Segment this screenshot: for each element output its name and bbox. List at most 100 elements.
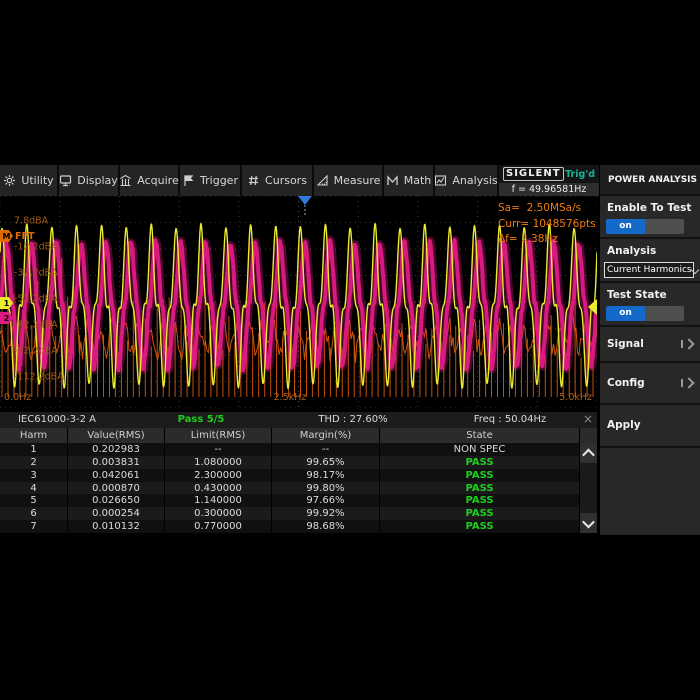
test-state-toggle[interactable]: on (606, 306, 684, 321)
col-header-state: State (380, 428, 580, 443)
menu-analysis[interactable]: Analysis (435, 165, 497, 196)
apply-button[interactable]: Apply (600, 405, 700, 448)
panel-empty-area (600, 448, 700, 535)
table-scrollbar[interactable] (580, 443, 597, 533)
db-scale-label: -12.2dBA (14, 242, 58, 253)
db-scale-label: -72.2dBA (14, 320, 58, 331)
toggle-off-state (645, 219, 684, 234)
col-header-spacer (580, 428, 597, 443)
top-menu-bar: Utility Display Acquire Trigger Cursors … (0, 165, 597, 196)
table-header: Harm Value(RMS) Limit(RMS) Margin(%) Sta… (0, 428, 597, 443)
table-row[interactable]: 7 0.010132 0.770000 98.68% PASS (0, 520, 597, 533)
menu-utility[interactable]: Utility (0, 165, 57, 196)
table-body: 1 0.202983 -- -- NON SPEC 2 0.003831 1.0… (0, 443, 597, 533)
enable-to-test-label: Enable To Test (607, 202, 691, 214)
db-scale-label: -32.2dBA (14, 268, 58, 279)
enable-to-test-toggle[interactable]: on (606, 219, 684, 234)
apply-label: Apply (607, 419, 641, 431)
menu-measure[interactable]: Measure (314, 165, 382, 196)
analysis-icon (434, 174, 447, 187)
table-row[interactable]: 2 0.003831 1.080000 99.65% PASS (0, 456, 597, 469)
waveform-display: Sa= 2.50MSa/s Curr= 1048576pts Δf= 2.38H… (0, 196, 597, 408)
test-state-label: Test State (607, 289, 667, 301)
cell-limit: 1.140000 (165, 494, 272, 507)
fft-marker-label: FFT (15, 231, 34, 242)
cell-limit: 2.300000 (165, 469, 272, 482)
cell-limit: 0.300000 (165, 507, 272, 520)
analysis-dropdown[interactable]: Current Harmonics (604, 262, 694, 278)
analysis-label: Analysis (607, 245, 656, 257)
db-scale-label: 7.8dBA (14, 216, 48, 227)
cell-state: PASS (380, 469, 580, 482)
freq-readout-table: Freq : 50.04Hz (474, 412, 547, 428)
harmonics-test-table: IEC61000-3-2 A Pass 5/5 THD : 27.60% Fre… (0, 412, 597, 533)
menu-label: Analysis (452, 174, 497, 187)
config-menu-item[interactable]: Config (600, 363, 700, 405)
cell-value: 0.026650 (68, 494, 165, 507)
trigger-flag-icon (182, 174, 195, 187)
power-analysis-panel: POWER ANALYSIS Enable To Test on Analysi… (600, 165, 700, 535)
table-row[interactable]: 5 0.026650 1.140000 97.66% PASS (0, 494, 597, 507)
table-row[interactable]: 6 0.000254 0.300000 99.92% PASS (0, 507, 597, 520)
menu-label: Cursors (265, 174, 307, 187)
config-label: Config (607, 377, 645, 389)
submenu-arrow-icon (681, 379, 693, 387)
table-row[interactable]: 1 0.202983 -- -- NON SPEC (0, 443, 597, 456)
scroll-down-icon[interactable] (580, 513, 597, 533)
cell-state: PASS (380, 494, 580, 507)
cell-harm: 2 (0, 456, 68, 469)
menu-math[interactable]: Math (384, 165, 433, 196)
menu-label: Math (404, 174, 432, 187)
toggle-on-state: on (606, 306, 645, 321)
trigger-position-marker[interactable] (298, 196, 312, 205)
analysis-selected-value: Current Harmonics (607, 265, 692, 275)
trigger-status-badge: Trig'd (565, 169, 595, 180)
gear-icon (3, 174, 16, 187)
cell-margin: 99.65% (272, 456, 380, 469)
menu-label: Acquire (137, 174, 178, 187)
menu-label: Display (77, 174, 118, 187)
cell-harm: 1 (0, 443, 68, 456)
cell-state: PASS (380, 520, 580, 533)
measure-icon (316, 174, 329, 187)
col-header-limit: Limit(RMS) (165, 428, 272, 443)
col-header-harm: Harm (0, 428, 68, 443)
toggle-on-state: on (606, 219, 645, 234)
close-icon[interactable]: × (581, 412, 595, 428)
menu-cursors[interactable]: Cursors (242, 165, 312, 196)
math-icon (386, 174, 399, 187)
table-row[interactable]: 3 0.042061 2.300000 98.17% PASS (0, 469, 597, 482)
cell-margin: 98.17% (272, 469, 380, 482)
freq-axis-label-mid: 2.5kHz (274, 392, 307, 403)
acquire-icon (119, 174, 132, 187)
cell-state: PASS (380, 482, 580, 495)
cell-state: PASS (380, 456, 580, 469)
db-scale-label: -112.2dBA (14, 372, 64, 383)
cell-harm: 5 (0, 494, 68, 507)
cell-value: 0.003831 (68, 456, 165, 469)
enable-to-test-section: Enable To Test on (600, 196, 700, 239)
col-header-margin: Margin(%) (272, 428, 380, 443)
menu-display[interactable]: Display (59, 165, 118, 196)
menu-trigger[interactable]: Trigger (180, 165, 240, 196)
signal-menu-item[interactable]: Signal (600, 327, 700, 363)
cell-value: 0.000870 (68, 482, 165, 495)
cell-limit: 0.770000 (165, 520, 272, 533)
menu-label: Utility (21, 174, 53, 187)
cell-value: 0.042061 (68, 469, 165, 482)
db-scale-label: -92.2dBA (14, 346, 58, 357)
analysis-section: Analysis Current Harmonics (600, 239, 700, 283)
trigger-frequency-readout: f = 49.96581Hz (499, 183, 599, 196)
cell-harm: 4 (0, 482, 68, 495)
thd-readout: THD : 27.60% (318, 412, 387, 428)
siglent-logo: SIGLENT (503, 167, 564, 181)
col-header-value: Value(RMS) (68, 428, 165, 443)
table-row[interactable]: 4 0.000870 0.430000 99.80% PASS (0, 482, 597, 495)
freq-axis-label-left: 0.0Hz (4, 392, 31, 403)
test-status-row: IEC61000-3-2 A Pass 5/5 THD : 27.60% Fre… (0, 412, 597, 428)
cell-state: NON SPEC (380, 443, 580, 456)
scroll-up-icon[interactable] (580, 443, 597, 463)
menu-acquire[interactable]: Acquire (120, 165, 178, 196)
cell-value: 0.010132 (68, 520, 165, 533)
standard-name: IEC61000-3-2 A (18, 412, 96, 428)
